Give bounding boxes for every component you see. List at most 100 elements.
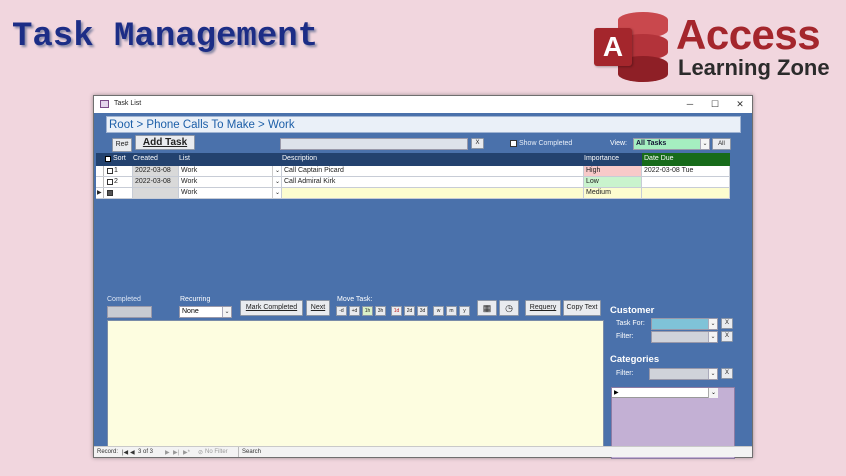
clear-search-button[interactable]: X: [471, 138, 484, 149]
side-panel: Customer Task For: ⌄ X Filter: ⌄ X Categ…: [609, 303, 739, 459]
maximize-button[interactable]: ☐: [702, 97, 728, 111]
notes-textarea[interactable]: [107, 320, 604, 457]
record-pointer-icon: ▶: [96, 188, 104, 198]
cell-date-due[interactable]: [642, 188, 730, 198]
col-created[interactable]: Created: [133, 155, 158, 162]
table-row-new[interactable]: ▶ Work ⌄ Medium: [96, 188, 730, 199]
customer-heading: Customer: [610, 305, 655, 316]
next-button[interactable]: Next: [306, 300, 330, 316]
cell-date-due[interactable]: [642, 177, 730, 187]
clear-customer-filter-button[interactable]: X: [721, 331, 733, 342]
recurring-label: Recurring: [180, 296, 211, 303]
copy-text-button[interactable]: Copy Text: [563, 300, 601, 316]
clock-icon[interactable]: ◷: [499, 300, 519, 316]
prev-record-button[interactable]: ◀: [130, 449, 135, 456]
cell-sort[interactable]: 2: [113, 177, 133, 187]
next-record-button[interactable]: ▶: [165, 449, 170, 456]
show-completed-checkbox[interactable]: [510, 140, 517, 147]
form-icon: [100, 100, 109, 108]
completed-field[interactable]: [107, 306, 152, 318]
move-year-button[interactable]: y: [459, 306, 470, 316]
cell-sort[interactable]: 1: [113, 166, 133, 176]
cell-description[interactable]: Call Admiral Kirk: [282, 177, 584, 187]
search-input[interactable]: [280, 138, 468, 150]
move-plus-day-button[interactable]: +d: [349, 306, 360, 316]
mark-completed-button[interactable]: Mark Completed: [240, 300, 303, 316]
cell-description[interactable]: [282, 188, 584, 198]
recurring-select[interactable]: None ⌄: [179, 306, 232, 318]
cell-created: [133, 188, 179, 198]
record-position[interactable]: 3 of 3: [138, 449, 153, 455]
move-1d-button[interactable]: 1d: [391, 306, 402, 316]
cell-sort[interactable]: [113, 188, 133, 198]
view-select-value: All Tasks: [636, 140, 667, 147]
chevron-down-icon[interactable]: ⌄: [708, 388, 718, 398]
task-for-select[interactable]: ⌄: [651, 318, 718, 330]
move-week-button[interactable]: w: [433, 306, 444, 316]
search-box[interactable]: Search: [238, 447, 283, 457]
customer-filter-label: Filter:: [616, 333, 634, 340]
move-minus-day-button[interactable]: -d: [336, 306, 347, 316]
chevron-down-icon: ⌄: [708, 319, 717, 329]
window-titlebar: Task List ─ ☐ ✕: [94, 96, 752, 113]
move-3d-button[interactable]: 3d: [417, 306, 428, 316]
cell-importance[interactable]: Low: [584, 177, 642, 187]
requery-button[interactable]: Requery: [525, 300, 561, 316]
chevron-down-icon[interactable]: ⌄: [272, 188, 282, 198]
show-completed-label: Show Completed: [519, 140, 573, 147]
cell-description[interactable]: Call Captain Picard: [282, 166, 584, 176]
new-record-button[interactable]: ▶*: [183, 449, 190, 456]
table-row[interactable]: 1 2022-03-08 Work ⌄ Call Captain Picard …: [96, 166, 730, 177]
ref-button[interactable]: Re#: [112, 138, 132, 152]
cell-list[interactable]: Work: [179, 166, 282, 176]
view-label: View:: [610, 140, 627, 147]
cell-importance[interactable]: Medium: [584, 188, 642, 198]
table-row[interactable]: 2 2022-03-08 Work ⌄ Call Admiral Kirk Lo…: [96, 177, 730, 188]
select-all-checkbox[interactable]: [105, 156, 111, 162]
task-grid: Sort Created List Description Importance…: [96, 153, 730, 199]
chevron-down-icon[interactable]: ⌄: [272, 177, 282, 187]
chevron-down-icon[interactable]: ⌄: [272, 166, 282, 176]
logo-line1: Access: [676, 11, 821, 58]
move-3h-button[interactable]: 3h: [375, 306, 386, 316]
task-for-label: Task For:: [616, 320, 645, 327]
logo-line2: Learning Zone: [678, 55, 830, 80]
chevron-down-icon: ⌄: [700, 139, 709, 149]
move-month-button[interactable]: m: [446, 306, 457, 316]
cell-date-due[interactable]: 2022-03-08 Tue: [642, 166, 730, 176]
categories-filter-select[interactable]: ⌄: [649, 368, 718, 380]
col-importance[interactable]: Importance: [584, 155, 619, 162]
customer-filter-select[interactable]: ⌄: [651, 331, 718, 343]
view-select[interactable]: All Tasks ⌄: [633, 138, 710, 150]
no-filter-label[interactable]: No Filter: [205, 449, 228, 455]
minimize-button[interactable]: ─: [677, 97, 703, 111]
no-filter-icon: ⊘: [198, 450, 204, 456]
breadcrumb: Root > Phone Calls To Make > Work: [106, 116, 741, 133]
clear-task-for-button[interactable]: X: [721, 318, 733, 329]
first-record-button[interactable]: |◀: [122, 449, 128, 456]
cell-list[interactable]: Work: [179, 188, 282, 198]
col-description[interactable]: Description: [282, 155, 317, 162]
clear-categories-filter-button[interactable]: X: [721, 368, 733, 379]
grid-header: Sort Created List Description Importance…: [96, 153, 730, 166]
cell-list[interactable]: Work: [179, 177, 282, 187]
col-sort[interactable]: Sort: [113, 155, 126, 162]
cell-created: 2022-03-08: [133, 166, 179, 176]
access-logo: A Access Learning Zone: [590, 10, 840, 88]
last-record-button[interactable]: ▶|: [173, 449, 179, 456]
chevron-down-icon: ⌄: [708, 332, 717, 342]
record-navigator: Record: |◀ ◀ 3 of 3 ▶ ▶| ▶* ⊘ No Filter …: [94, 446, 752, 457]
all-button[interactable]: All: [712, 138, 731, 150]
access-a-icon: A: [594, 28, 632, 66]
cell-importance[interactable]: High: [584, 166, 642, 176]
close-button[interactable]: ✕: [727, 97, 753, 111]
move-2d-button[interactable]: 2d: [404, 306, 415, 316]
col-date-due[interactable]: Date Due: [642, 153, 730, 166]
completed-label: Completed: [107, 296, 141, 303]
col-list[interactable]: List: [179, 155, 190, 162]
move-1h-button[interactable]: 1h: [362, 306, 373, 316]
add-task-button[interactable]: Add Task: [135, 135, 195, 150]
record-pointer-icon: ▶: [612, 388, 718, 398]
calendar-icon[interactable]: ▦: [477, 300, 497, 316]
recurring-value: None: [182, 308, 199, 315]
